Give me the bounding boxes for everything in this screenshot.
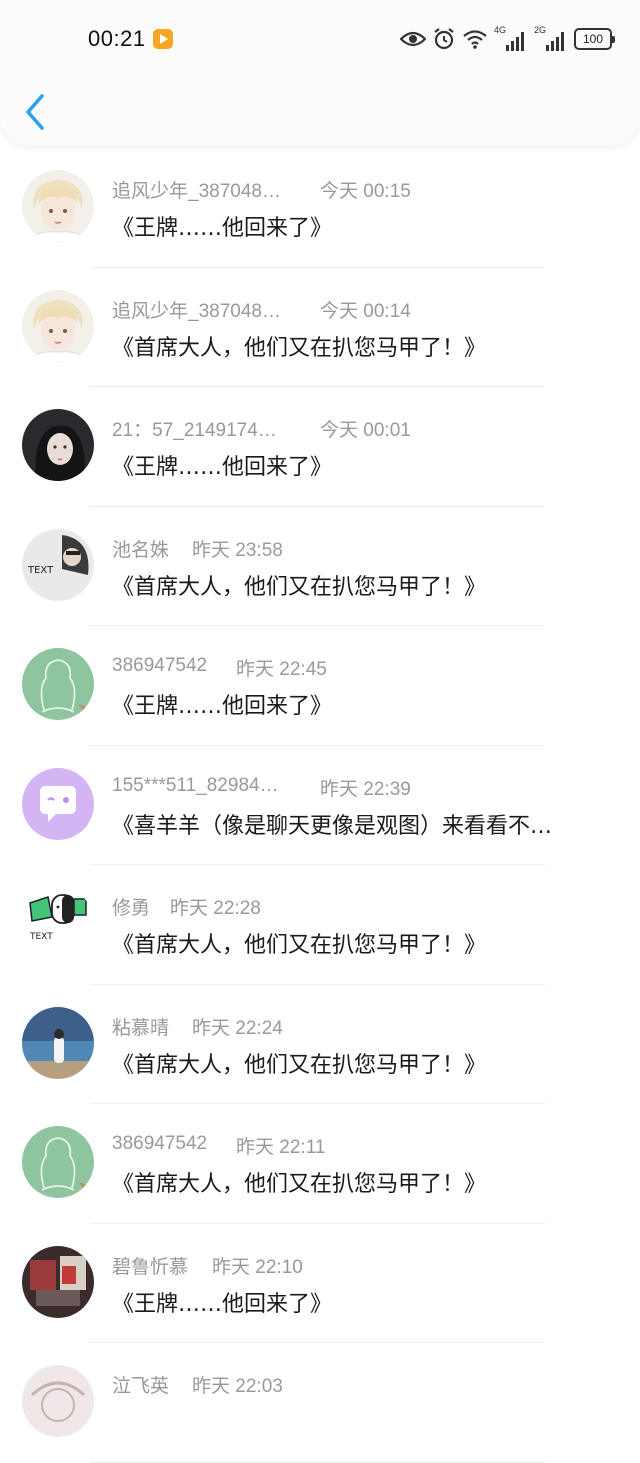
sender-name[interactable]: 粘慕晴 [112,1018,169,1039]
message-text: 《首席大人，他们又在扒您马甲了！》 [112,335,487,361]
message-time: 昨天 22:39 [320,778,411,800]
message-time: 昨天 22:24 [192,1017,283,1039]
sender-name[interactable]: 追风少年_387048… [112,301,281,322]
message-meta: 粘慕晴 昨天 22:24 [112,1013,283,1039]
message-meta: 386947542 昨天 22:11 [112,1132,325,1158]
video-app-icon [153,29,173,49]
list-item[interactable]: 386947542 昨天 22:11 《首席大人，他们又在扒您马甲了！》 [0,1104,640,1224]
signal-2g-icon: 2G [534,25,568,51]
message-text: 《王牌……他回来了》 [112,1291,333,1317]
message-list: 追风少年_387048… 今天 00:15 《王牌……他回来了》 追风少年_38704… [0,148,640,1463]
network-type-1: 4G [494,25,507,35]
message-meta: 泣飞英 昨天 22:03 [112,1371,283,1397]
avatar[interactable] [22,1365,94,1437]
sender-name[interactable]: 155***511_82984… [112,775,279,796]
message-text: 《首席大人，他们又在扒您马甲了！》 [112,574,487,600]
message-time: 昨天 23:58 [192,539,283,561]
list-item[interactable]: TEXT 修勇 昨天 22:28 《首席大人，他们又在扒您马甲了！》 [0,865,640,985]
list-item[interactable]: TEXT 池名姝 昨天 23:58 《首席大人，他们又在扒您马甲了！》 [0,507,640,626]
message-time: 昨天 22:11 [236,1137,326,1158]
message-time: 昨天 22:10 [212,1256,303,1278]
sender-name[interactable]: 386947542 [112,1133,207,1154]
list-item[interactable]: 155***511_82984… 昨天 22:39 《喜羊羊（像是聊天更像是观图）来… [0,746,640,865]
message-meta: 碧鲁忻慕 昨天 22:10 [112,1252,303,1278]
message-text: 《喜羊羊（像是聊天更像是观图）来看看不… [112,813,553,839]
avatar[interactable] [22,767,94,840]
message-text: 《王牌……他回来了》 [112,694,333,719]
message-time: 今天 00:01 [320,420,411,441]
svg-text:TEXT: TEXT [29,932,53,942]
avatar[interactable] [22,170,94,242]
sender-name[interactable]: 修勇 [112,898,150,919]
sender-name[interactable]: 池名姝 [112,540,169,561]
sender-name[interactable]: 追风少年_387048… [112,181,281,202]
message-meta: 155***511_82984… 昨天 22:39 [112,774,411,800]
wifi-icon [463,30,487,49]
status-time: 00:21 [88,26,146,51]
message-meta: 追风少年_387048… 今天 00:15 [112,176,411,202]
message-text: 《首席大人，他们又在扒您马甲了！》 [112,1172,487,1197]
back-button[interactable] [20,92,50,132]
alarm-icon [434,28,454,50]
chevron-left-icon [26,94,44,130]
message-time: 昨天 22:28 [170,898,261,919]
message-time: 今天 00:15 [320,181,411,202]
eye-icon [400,31,426,47]
avatar[interactable] [22,1006,94,1079]
avatar[interactable] [22,1245,94,1318]
status-icons: 4G 2G 100 [400,24,615,54]
list-item[interactable]: 追风少年_387048… 今天 00:15 《王牌……他回来了》 [0,148,640,268]
signal-4g-icon: 4G [494,25,528,51]
network-type-2: 2G [534,25,547,35]
avatar[interactable]: TEXT [22,887,94,959]
message-text: 《王牌……他回来了》 [112,216,333,241]
message-meta: 修勇 昨天 22:28 [112,893,261,919]
svg-text:TEXT: TEXT [27,565,54,576]
sender-name[interactable]: 21：57_2149174… [112,420,277,441]
message-time: 昨天 22:03 [192,1376,283,1397]
message-text: 《首席大人，他们又在扒您马甲了！》 [112,933,487,958]
top-header: 00:21 4G 2G 100 [0,0,640,146]
message-time: 昨天 22:45 [236,659,327,680]
list-item[interactable]: 21：57_2149174… 今天 00:01 《王牌……他回来了》 [0,387,640,507]
divider [90,1461,545,1463]
message-time: 今天 00:14 [320,300,411,322]
message-meta: 池名姝 昨天 23:58 [112,535,283,561]
list-item[interactable]: 泣飞英 昨天 22:03 [0,1343,640,1463]
avatar[interactable] [22,648,94,720]
message-text: 《首席大人，他们又在扒您马甲了！》 [112,1052,487,1078]
list-item[interactable]: 碧鲁忻慕 昨天 22:10 《王牌……他回来了》 [0,1224,640,1343]
avatar[interactable]: TEXT [22,528,94,601]
message-meta: 追风少年_387048… 今天 00:14 [112,296,411,322]
sender-name[interactable]: 碧鲁忻慕 [112,1257,188,1278]
status-bar: 00:21 4G 2G 100 [0,0,640,80]
avatar[interactable] [22,289,94,362]
sender-name[interactable]: 386947542 [112,655,207,676]
message-meta: 21：57_2149174… 今天 00:01 [112,415,411,441]
list-item[interactable]: 386947542 昨天 22:45 《王牌……他回来了》 [0,626,640,746]
avatar[interactable] [22,1126,94,1198]
message-text: 《王牌……他回来了》 [112,455,333,480]
list-item[interactable]: 追风少年_387048… 今天 00:14 《首席大人，他们又在扒您马甲了！》 [0,268,640,387]
battery-icon: 100 [574,28,615,50]
avatar[interactable] [22,409,94,481]
message-meta: 386947542 昨天 22:45 [112,654,327,680]
list-item[interactable]: 粘慕晴 昨天 22:24 《首席大人，他们又在扒您马甲了！》 [0,985,640,1104]
